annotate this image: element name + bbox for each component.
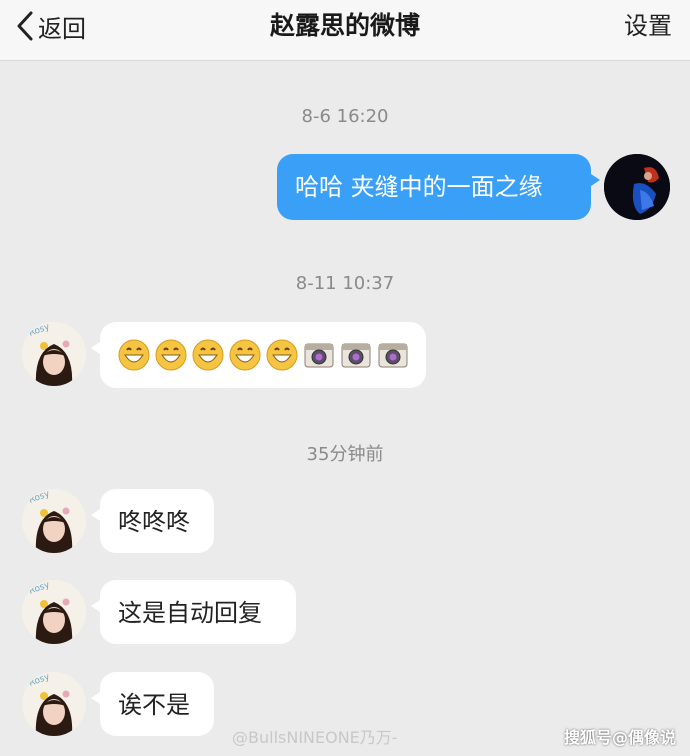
message-text: 哈哈 夹缝中的一面之缘	[295, 173, 543, 201]
camera-emoji	[304, 343, 334, 368]
contact-avatar[interactable]: Rosy	[22, 672, 86, 736]
message-text: 咚咚咚	[118, 508, 190, 536]
contact-avatar[interactable]: Rosy	[22, 322, 86, 386]
page-title: 赵露思的微博	[269, 11, 420, 40]
nav-bar: 返回 赵露思的微博 设置	[0, 0, 690, 61]
camera-emoji	[378, 343, 408, 368]
grin-emoji	[155, 339, 187, 371]
timestamp: 35分钟前	[306, 444, 384, 465]
contact-avatar[interactable]: Rosy	[22, 489, 86, 553]
message-bubble-other[interactable]: 诶不是	[91, 672, 214, 736]
camera-emoji	[341, 343, 371, 368]
settings-button[interactable]: 设置	[624, 8, 672, 44]
watermark-weibo: @BullsNINEONE乃万-	[232, 728, 398, 747]
emoji-row	[118, 338, 426, 372]
message-bubble-other[interactable]: 这是自动回复	[91, 580, 296, 644]
grin-emoji	[192, 339, 224, 371]
message-text: 诶不是	[118, 691, 190, 719]
contact-avatar[interactable]: Rosy	[22, 580, 86, 644]
message-bubble-self[interactable]: 哈哈 夹缝中的一面之缘	[277, 154, 600, 220]
timestamp: 8-6 16:20	[301, 106, 389, 127]
self-avatar[interactable]	[604, 154, 670, 220]
timestamp: 8-11 10:37	[295, 273, 395, 294]
message-bubble-other[interactable]: 咚咚咚	[91, 489, 214, 553]
watermark-sohu: 搜狐号@偶像说	[563, 728, 676, 747]
message-bubble-other[interactable]	[91, 322, 426, 388]
grin-emoji	[266, 339, 298, 371]
grin-emoji	[118, 339, 150, 371]
grin-emoji	[229, 339, 261, 371]
message-text: 这是自动回复	[118, 599, 262, 627]
